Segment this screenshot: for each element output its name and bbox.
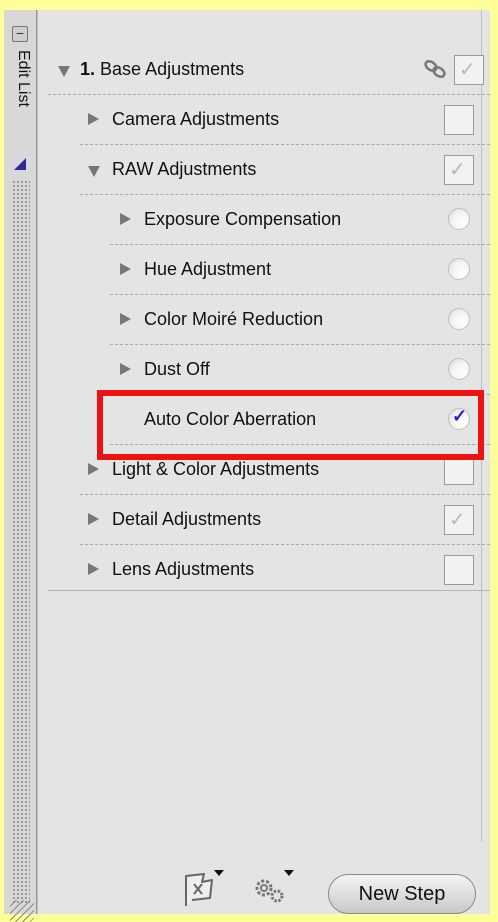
row-hue-adjustment[interactable]: Hue Adjustment	[110, 244, 490, 295]
collapsed-triangle-icon[interactable]	[88, 513, 99, 525]
row-dust-off[interactable]: Dust Off	[110, 344, 490, 395]
row-label: Light & Color Adjustments	[112, 459, 320, 479]
edit-list-panel: 1. Base Adjustments ✓ Camera Adjustments…	[37, 10, 490, 914]
collapsed-triangle-icon[interactable]	[120, 213, 131, 225]
row-camera-adjustments[interactable]: Camera Adjustments	[80, 94, 490, 145]
selected-marker-icon	[14, 158, 26, 170]
drag-handle-dots[interactable]	[12, 180, 30, 905]
row-label: RAW Adjustments	[112, 159, 257, 179]
lens-adjustments-checkbox[interactable]	[444, 555, 474, 585]
color-moire-reduction-radio[interactable]	[448, 308, 470, 330]
row-label: Color Moiré Reduction	[144, 309, 324, 329]
hue-adjustment-radio[interactable]	[448, 258, 470, 280]
list-bottom-divider	[48, 590, 490, 591]
row-label: Detail Adjustments	[112, 509, 262, 529]
collapsed-triangle-icon[interactable]	[120, 363, 131, 375]
row-lens-adjustments[interactable]: Lens Adjustments	[80, 544, 490, 594]
gear-menu-icon[interactable]	[250, 868, 296, 908]
raw-adjustments-checkbox[interactable]: ✓	[444, 155, 474, 185]
row-label: Exposure Compensation	[144, 209, 342, 229]
checkmark-icon: ✓	[449, 509, 466, 531]
detail-adjustments-checkbox[interactable]: ✓	[444, 505, 474, 535]
expanded-triangle-icon[interactable]	[58, 66, 70, 77]
row-detail-adjustments[interactable]: Detail Adjustments ✓	[80, 494, 490, 545]
collapse-minus-icon[interactable]: −	[12, 26, 28, 42]
resize-grip-icon[interactable]	[10, 900, 34, 922]
step-title: 1. Base Adjustments	[80, 59, 244, 80]
row-label: Dust Off	[144, 359, 210, 379]
link-icon[interactable]	[422, 58, 448, 80]
step-row-base-adjustments[interactable]: 1. Base Adjustments ✓	[48, 44, 490, 95]
checkmark-icon: ✓	[459, 59, 476, 81]
step-title-text: Base Adjustments	[100, 59, 245, 79]
row-label: Auto Color Aberration	[144, 409, 317, 429]
bottom-toolbar: New Step	[38, 844, 490, 914]
checkmark-icon: ✓	[452, 406, 468, 426]
step-number: 1.	[80, 59, 96, 79]
row-raw-adjustments[interactable]: RAW Adjustments ✓	[80, 144, 490, 195]
collapsed-triangle-icon[interactable]	[88, 463, 99, 475]
edit-list-tab-label[interactable]: Edit List	[14, 50, 32, 107]
checkmark-icon: ✓	[449, 159, 466, 181]
row-exposure-compensation[interactable]: Exposure Compensation	[110, 194, 490, 245]
auto-color-aberration-radio[interactable]: ✓	[448, 406, 470, 430]
dust-off-radio[interactable]	[448, 358, 470, 380]
collapsed-triangle-icon[interactable]	[88, 113, 99, 125]
light-color-adjustments-checkbox[interactable]	[444, 455, 474, 485]
expanded-triangle-icon[interactable]	[88, 166, 100, 177]
new-step-button[interactable]: New Step	[328, 874, 476, 914]
flag-menu-icon[interactable]	[180, 868, 224, 908]
row-color-moire-reduction[interactable]: Color Moiré Reduction	[110, 294, 490, 345]
row-light-color-adjustments[interactable]: Light & Color Adjustments	[80, 444, 490, 495]
exposure-compensation-radio[interactable]	[448, 208, 470, 230]
collapsed-triangle-icon[interactable]	[88, 563, 99, 575]
edit-list-tab-strip[interactable]: − Edit List	[4, 10, 37, 922]
row-label: Camera Adjustments	[112, 109, 280, 129]
row-label: Lens Adjustments	[112, 559, 255, 579]
camera-adjustments-checkbox[interactable]	[444, 105, 474, 135]
row-auto-color-aberration[interactable]: Auto Color Aberration ✓	[110, 394, 490, 445]
step-enable-checkbox[interactable]: ✓	[454, 55, 484, 85]
collapsed-triangle-icon[interactable]	[120, 313, 131, 325]
collapsed-triangle-icon[interactable]	[120, 263, 131, 275]
row-label: Hue Adjustment	[144, 259, 272, 279]
